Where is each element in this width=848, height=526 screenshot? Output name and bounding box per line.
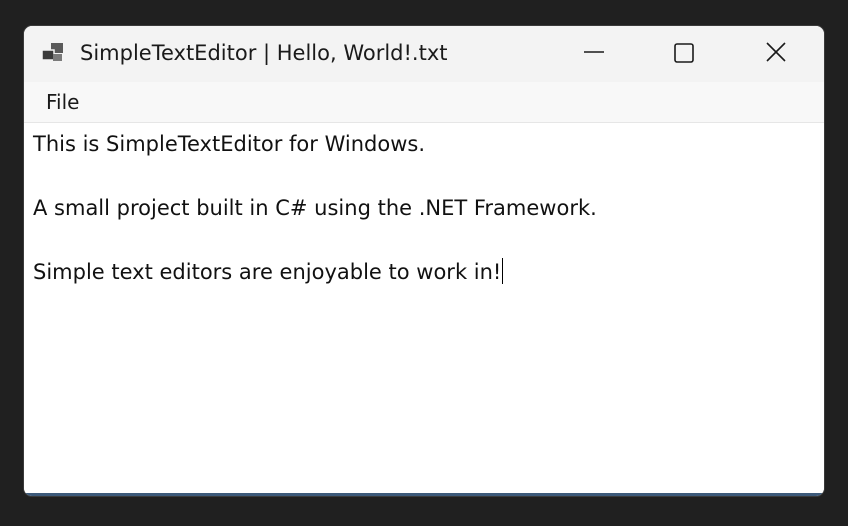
window-stack-icon (41, 42, 65, 64)
minimize-icon (584, 51, 604, 53)
text-editor-area[interactable]: This is SimpleTextEditor for Windows. A … (24, 123, 824, 493)
editor-line: This is SimpleTextEditor for Windows. (33, 132, 426, 156)
menu-file[interactable]: File (36, 88, 89, 116)
text-caret (502, 258, 504, 284)
editor-window: SimpleTextEditor | Hello, World!.txt Fil… (24, 26, 824, 496)
title-bar[interactable]: SimpleTextEditor | Hello, World!.txt (24, 26, 824, 82)
maximize-icon (674, 43, 694, 63)
menu-bar: File (24, 82, 824, 123)
window-bottom-border (24, 493, 824, 496)
minimize-button[interactable] (548, 26, 640, 82)
close-button[interactable] (730, 26, 822, 82)
window-title: SimpleTextEditor | Hello, World!.txt (80, 41, 448, 65)
editor-line: Simple text editors are enjoyable to wor… (33, 260, 502, 284)
editor-content[interactable]: This is SimpleTextEditor for Windows. A … (33, 128, 597, 288)
maximize-button[interactable] (638, 26, 730, 82)
editor-line: A small project built in C# using the .N… (33, 196, 597, 220)
close-icon (766, 42, 786, 62)
